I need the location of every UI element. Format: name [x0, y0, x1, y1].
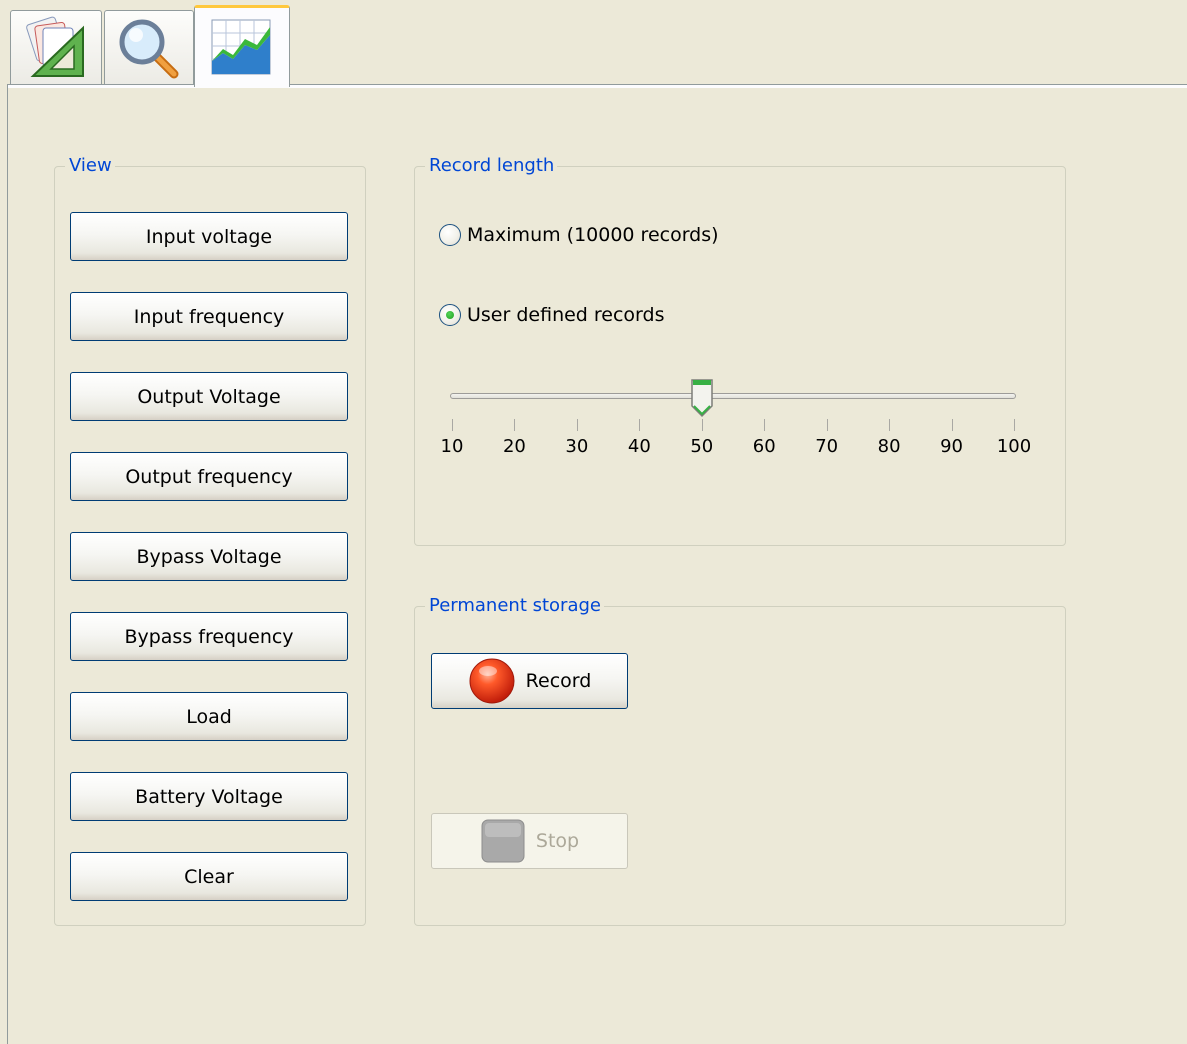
- bypass-voltage-button[interactable]: Bypass Voltage: [70, 532, 348, 581]
- battery-voltage-button[interactable]: Battery Voltage: [70, 772, 348, 821]
- slider-tick: [576, 419, 578, 431]
- slider-tick: [701, 419, 703, 431]
- slider-tick-label: 10: [440, 436, 464, 457]
- radio-user-defined-records[interactable]: User defined records: [439, 304, 665, 326]
- slider-tick-label: 20: [502, 436, 526, 457]
- stop-button[interactable]: Stop: [431, 813, 628, 869]
- slider-track[interactable]: [450, 393, 1016, 399]
- slider-tick: [1014, 419, 1015, 431]
- magnifier-icon: [119, 19, 179, 78]
- slider-tick-label: 30: [565, 436, 589, 457]
- permanent-storage-legend: Permanent storage: [425, 596, 604, 616]
- stop-button-label: Stop: [535, 830, 580, 852]
- tab-strip: [0, 0, 1187, 87]
- slider-tick: [764, 419, 766, 431]
- stop-square-icon: [481, 819, 525, 863]
- slider-thumb[interactable]: [690, 378, 714, 418]
- radio-user-defined-circle[interactable]: [439, 304, 461, 326]
- record-red-circle-icon: [469, 658, 515, 704]
- slider-tick: [639, 419, 641, 431]
- clear-button[interactable]: Clear: [70, 852, 348, 901]
- record-button[interactable]: Record: [431, 653, 628, 709]
- record-length-legend: Record length: [425, 156, 558, 176]
- tab-setup[interactable]: [10, 10, 102, 84]
- slider-tick-label: 60: [752, 436, 776, 457]
- radio-maximum-label: Maximum (10000 records): [467, 224, 719, 246]
- slider-tick: [452, 419, 453, 431]
- slider-tick-label: 40: [627, 436, 651, 457]
- input-voltage-button[interactable]: Input voltage: [70, 212, 348, 261]
- slider-tick: [951, 419, 953, 431]
- slider-tick-label: 80: [877, 436, 901, 457]
- slider-tick-label: 90: [940, 436, 963, 457]
- slider-tick-label: 100: [996, 436, 1032, 457]
- load-button[interactable]: Load: [70, 692, 348, 741]
- chart-graph-icon: [211, 19, 271, 74]
- slider-tick: [826, 419, 828, 431]
- slider-tick: [514, 419, 516, 431]
- input-frequency-button[interactable]: Input frequency: [70, 292, 348, 341]
- record-button-label: Record: [525, 670, 592, 692]
- radio-maximum-records[interactable]: Maximum (10000 records): [439, 224, 719, 246]
- bypass-frequency-button[interactable]: Bypass frequency: [70, 612, 348, 661]
- slider-tick-label: 50: [690, 436, 714, 457]
- tab-search[interactable]: [104, 10, 194, 84]
- view-group-legend: View: [65, 156, 115, 176]
- slider-tick-label: 70: [815, 436, 839, 457]
- record-length-group: Record length: [414, 156, 1066, 546]
- setup-triangle-icon: [26, 16, 84, 77]
- record-count-slider[interactable]: 10 20 30 40 50 60 70 80 90 100: [441, 378, 1031, 468]
- radio-maximum-circle[interactable]: [439, 224, 461, 246]
- radio-user-defined-label: User defined records: [467, 304, 665, 326]
- slider-tick: [889, 419, 891, 431]
- output-frequency-button[interactable]: Output frequency: [70, 452, 348, 501]
- tab-chart[interactable]: [194, 5, 290, 87]
- output-voltage-button[interactable]: Output Voltage: [70, 372, 348, 421]
- radio-selected-dot: [446, 311, 454, 319]
